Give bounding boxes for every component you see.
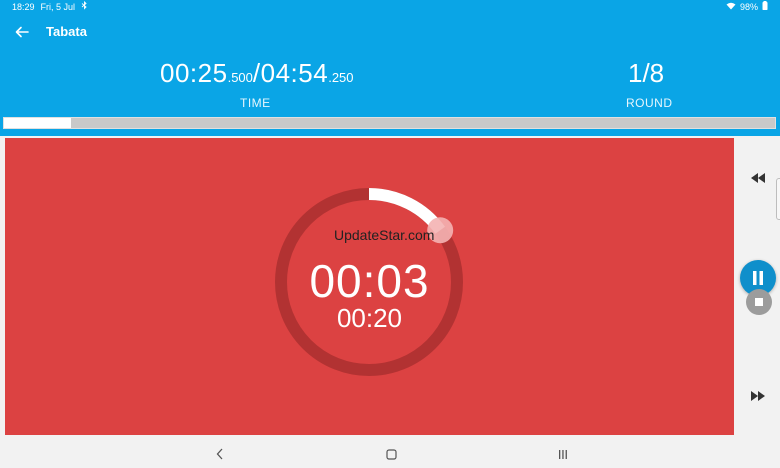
nav-back-button[interactable] <box>210 446 230 462</box>
fast-forward-icon <box>751 391 765 401</box>
elapsed-ms: .500 <box>227 70 253 85</box>
time-separator: / <box>252 58 261 88</box>
system-nav-bar <box>0 440 780 468</box>
pause-icon <box>753 271 763 285</box>
app-bar: Tabata <box>0 20 780 46</box>
nav-recents-button[interactable] <box>553 446 573 462</box>
round-value: 1/8 <box>628 58 665 88</box>
countdown-time: 00:03 <box>309 255 430 307</box>
back-button[interactable] <box>12 22 32 42</box>
total-ms: .250 <box>328 70 354 85</box>
elapsed-time: 00:25.500/04:54.250 <box>160 58 360 90</box>
arrow-left-icon <box>15 26 29 38</box>
stop-icon <box>755 298 763 306</box>
header: 18:29 Fri, 5 Jul 98% Tabata 00:25.500/04… <box>0 0 780 136</box>
app-title: Tabata <box>46 24 87 39</box>
wifi-icon <box>726 2 736 12</box>
side-panel-handle[interactable] <box>776 178 780 220</box>
recents-icon <box>559 449 567 459</box>
fast-forward-button[interactable] <box>744 382 772 410</box>
battery-percent: 98% <box>739 1 758 12</box>
battery-icon <box>762 1 768 12</box>
total-main: 04:54 <box>260 58 329 88</box>
chevron-left-icon <box>216 448 223 460</box>
workout-progress-fill <box>4 118 72 128</box>
status-date: Fri, 5 Jul <box>40 1 76 12</box>
status-time: 18:29 <box>12 1 35 12</box>
rewind-icon <box>751 173 765 183</box>
watermark-text: UpdateStar.com <box>334 227 435 243</box>
stop-button[interactable] <box>746 289 772 315</box>
round-label: ROUND <box>626 96 673 110</box>
timer-panel[interactable]: UpdateStar.com 00:03 00:20 <box>5 138 734 435</box>
interval-duration: 00:20 <box>336 303 403 333</box>
elapsed-main: 00:25 <box>160 58 228 88</box>
time-label: TIME <box>240 96 271 110</box>
workout-progress-bar <box>3 117 776 129</box>
status-bar: 18:29 Fri, 5 Jul 98% <box>0 0 780 14</box>
nav-home-button[interactable] <box>381 446 401 462</box>
home-icon <box>385 448 397 460</box>
rewind-button[interactable] <box>744 164 772 192</box>
bluetooth-icon <box>81 0 88 12</box>
